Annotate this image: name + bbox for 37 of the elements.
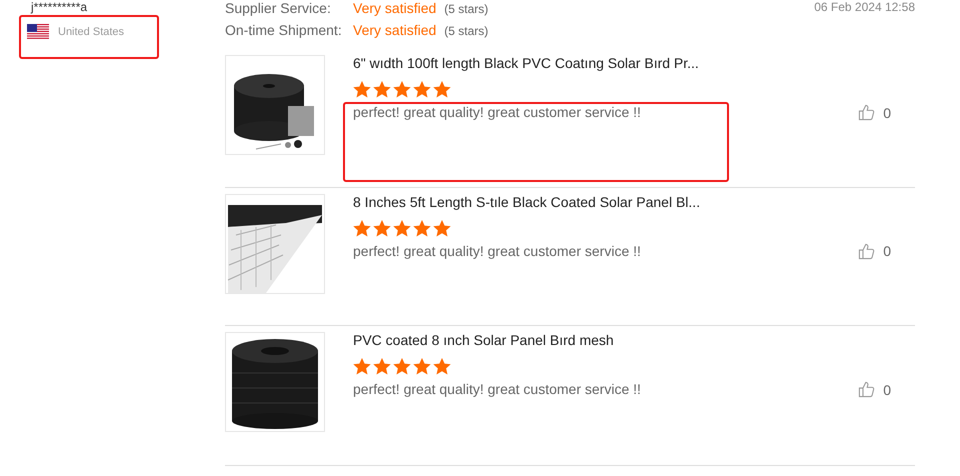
- thumbs-up-icon[interactable]: [858, 242, 876, 260]
- like-count: 0: [883, 382, 891, 398]
- star-icon: [433, 81, 451, 98]
- country-name: United States: [58, 26, 124, 38]
- star-icon: [433, 220, 451, 237]
- star-icon: [373, 81, 391, 98]
- star-icon: [393, 81, 411, 98]
- flag-icon: [27, 24, 49, 40]
- star-icon: [433, 358, 451, 376]
- product-title[interactable]: 6" wıdth 100ft length Black PVC Coatıng Solar Bırd Pr...: [353, 55, 915, 72]
- star-icon: [353, 81, 371, 98]
- star-icon: [373, 220, 391, 237]
- rating-value: Very satisfied: [353, 0, 436, 16]
- like-count: 0: [883, 243, 891, 260]
- rating-stars-text: (5 stars): [444, 2, 488, 16]
- star-icon: [393, 220, 411, 237]
- thumbs-up-icon[interactable]: [858, 381, 876, 398]
- reviewer-name: j**********a: [30, 0, 88, 16]
- star-icon: [353, 220, 371, 237]
- review-comment: perfect! great quality! great customer service !!: [353, 242, 641, 260]
- star-icon: [353, 358, 371, 376]
- star-icon: [413, 358, 431, 376]
- review-comment: perfect! great quality! great customer service !!: [353, 104, 641, 122]
- review-date: 06 Feb 2024 12:58: [814, 0, 915, 16]
- rating-label: Supplier Service:: [225, 0, 332, 16]
- rating-label: On-time Shipment:: [225, 22, 343, 38]
- thumbs-up-icon[interactable]: [858, 104, 876, 122]
- product-title[interactable]: PVC coated 8 ınch Solar Panel Bırd mesh: [353, 332, 915, 348]
- star-icon: [413, 81, 431, 98]
- product-title[interactable]: 8 Inches 5ft Length S-tıle Black Coated Solar Panel Bl...: [353, 194, 915, 210]
- review-comment: perfect! great quality! great customer service !!: [353, 381, 641, 398]
- star-icon: [373, 358, 391, 376]
- like-count: 0: [883, 104, 891, 121]
- star-icon: [393, 358, 411, 376]
- star-icon: [413, 220, 431, 237]
- rating-stars-text: (5 stars): [444, 24, 488, 38]
- rating-value: Very satisfied: [353, 22, 436, 38]
